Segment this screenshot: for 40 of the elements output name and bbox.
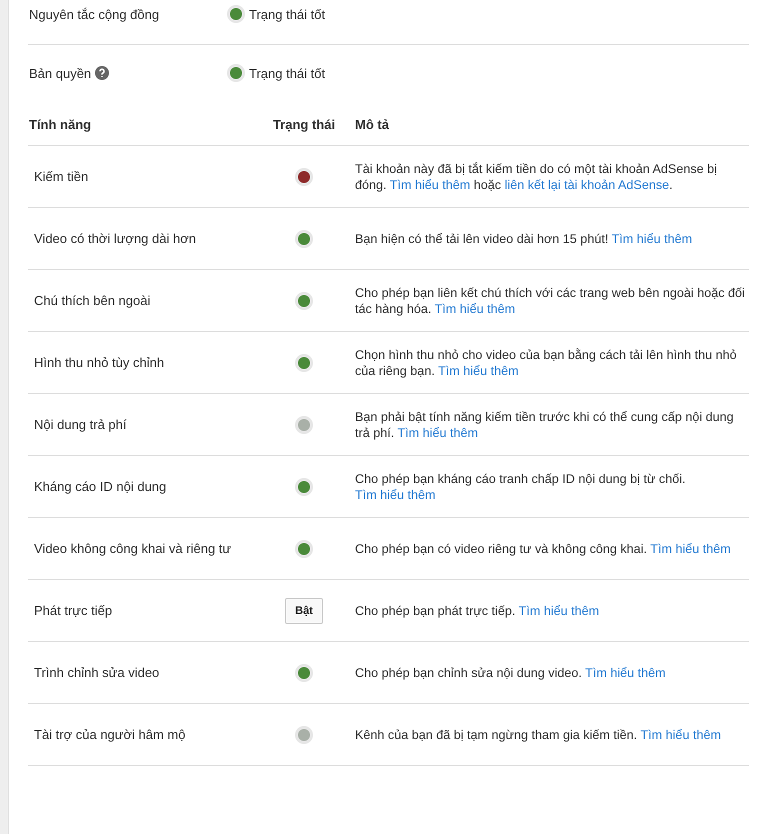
learn-more-link[interactable]: liên kết lại tài khoản AdSense [504,178,670,192]
feature-name: Hình thu nhỏ tùy chỉnh [33,355,166,370]
summary-label: Nguyên tắc cộng đồng [29,6,160,22]
feature-description: Cho phép bạn kháng cáo tranh chấp ID nội dung bị từ chối. Tìm hiểu thêm [354,470,686,504]
status-text: Trạng thái tốt [249,66,326,80]
learn-more-link[interactable]: Tìm hiểu thêm [355,488,436,502]
learn-more-link[interactable]: Tìm hiểu thêm [518,604,600,618]
feature-name: Kháng cáo ID nội dung [33,479,168,494]
feature-name: Tài trợ của người hâm mộ [33,727,186,742]
enable-button[interactable]: Bật [285,598,323,624]
learn-more-link[interactable]: Tìm hiểu thêm [397,426,478,440]
feature-description: Kênh của bạn đã bị tạm ngừng tham gia kiếm tiền. Tìm hiểu thêm [354,726,722,744]
help-icon[interactable] [95,66,110,80]
feature-description: Cho phép bạn có video riêng tư và không công khai. Tìm hiểu thêm [354,540,732,558]
feature-name: Phát trực tiếp [33,603,114,618]
feature-name: Video có thời lượng dài hơn [33,231,197,246]
learn-more-link[interactable]: Tìm hiểu thêm [650,542,731,556]
feature-description: Tài khoản này đã bị tắt kiếm tiền do có một tài khoản AdSense bị đóng. Tìm hiểu thêm hoặc liên kết lại tài khoản AdSense. [354,160,718,194]
learn-more-link[interactable]: Tìm hiểu thêm [640,728,721,742]
learn-more-link[interactable]: Tìm hiểu thêm [390,178,470,192]
column-header: Tính năng [28,116,92,132]
feature-name: Nội dung trả phí [33,417,128,432]
feature-description: Bạn hiện có thể tải lên video dài hơn 15 phút! Tìm hiểu thêm [354,230,694,248]
feature-name: Trình chỉnh sửa video [33,665,160,680]
feature-description: Cho phép bạn phát trực tiếp. Tìm hiểu thêm [354,602,600,620]
learn-more-link[interactable]: Tìm hiểu thêm [585,666,666,680]
status-text: Trạng thái tốt [249,6,326,22]
feature-description: Bạn phải bật tính năng kiếm tiền trước khi có thể cung cấp nội dung trả phí. Tìm hiểu thêm [354,408,735,442]
feature-name: Kiếm tiền [33,169,90,184]
feature-description: Cho phép bạn chỉnh sửa nội dung video. Tìm hiểu thêm [354,664,667,682]
column-header: Trạng thái [272,116,336,132]
summary-label: Bản quyền [29,66,92,80]
learn-more-link[interactable]: Tìm hiểu thêm [438,364,519,378]
feature-description: Cho phép bạn liên kết chú thích với các trang web bên ngoài hoặc đối tác hàng hóa. Tìm hiểu thêm [354,284,745,318]
feature-description: Chọn hình thu nhỏ cho video của bạn bằng cách tải lên hình thu nhỏ của riêng bạn. Tìm hiểu thêm [354,346,738,380]
learn-more-link[interactable]: Tìm hiểu thêm [612,232,692,246]
feature-name: Video không công khai và riêng tư [33,541,232,556]
column-header: Mô tả [354,116,390,132]
learn-more-link[interactable]: Tìm hiểu thêm [434,302,516,316]
feature-name: Chú thích bên ngoài [33,293,152,308]
